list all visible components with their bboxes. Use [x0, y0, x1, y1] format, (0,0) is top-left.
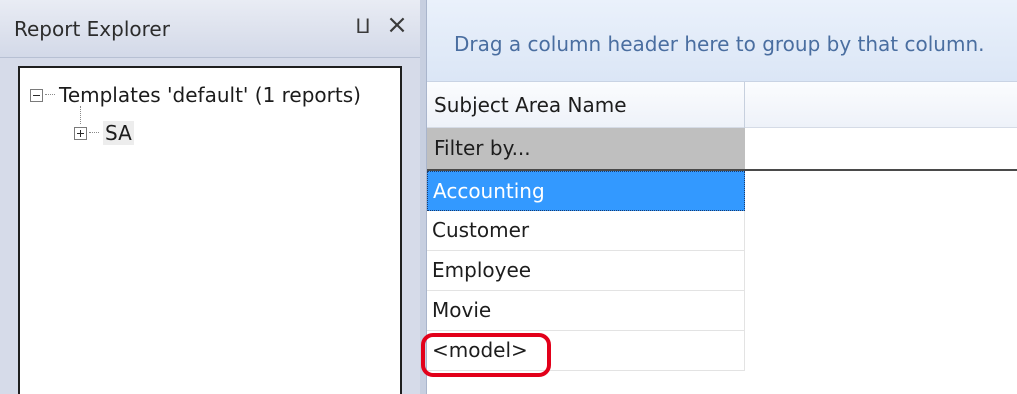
- column-header-row: Subject Area Name: [427, 82, 1017, 128]
- column-header-subject-area-name[interactable]: Subject Area Name: [427, 82, 745, 128]
- group-by-panel[interactable]: Drag a column header here to group by th…: [427, 0, 1017, 82]
- table-row[interactable]: Accounting: [427, 171, 745, 211]
- subject-area-grid: Drag a column header here to group by th…: [426, 0, 1017, 394]
- filter-row: Filter by...: [427, 128, 1017, 171]
- tree-connector: [89, 132, 99, 134]
- collapse-icon[interactable]: [30, 88, 43, 102]
- group-by-hint: Drag a column header here to group by th…: [454, 32, 985, 56]
- tree-node-templates-label: Templates 'default' (1 reports): [59, 83, 361, 107]
- report-explorer-title: Report Explorer: [14, 17, 170, 41]
- grid-rows: Accounting Customer Employee Movie <mode…: [427, 171, 745, 371]
- expand-icon[interactable]: [74, 126, 87, 140]
- table-row[interactable]: Customer: [427, 211, 745, 251]
- report-tree: Templates 'default' (1 reports) SA: [18, 66, 402, 394]
- table-row[interactable]: Employee: [427, 251, 745, 291]
- report-explorer-pane: Report Explorer ⨿ × Templates 'default' …: [0, 0, 420, 394]
- tree-node-sa-label: SA: [103, 121, 134, 145]
- tree-connector: [45, 94, 55, 96]
- report-explorer-header: Report Explorer ⨿ ×: [0, 0, 420, 58]
- app-window: Report Explorer ⨿ × Templates 'default' …: [0, 0, 1017, 394]
- pin-icon[interactable]: ⨿: [352, 12, 374, 40]
- tree-node-sa[interactable]: SA: [74, 118, 134, 148]
- table-row[interactable]: Movie: [427, 291, 745, 331]
- table-row[interactable]: <model>: [427, 331, 745, 371]
- close-icon[interactable]: ×: [384, 10, 410, 40]
- filter-input[interactable]: Filter by...: [427, 128, 745, 169]
